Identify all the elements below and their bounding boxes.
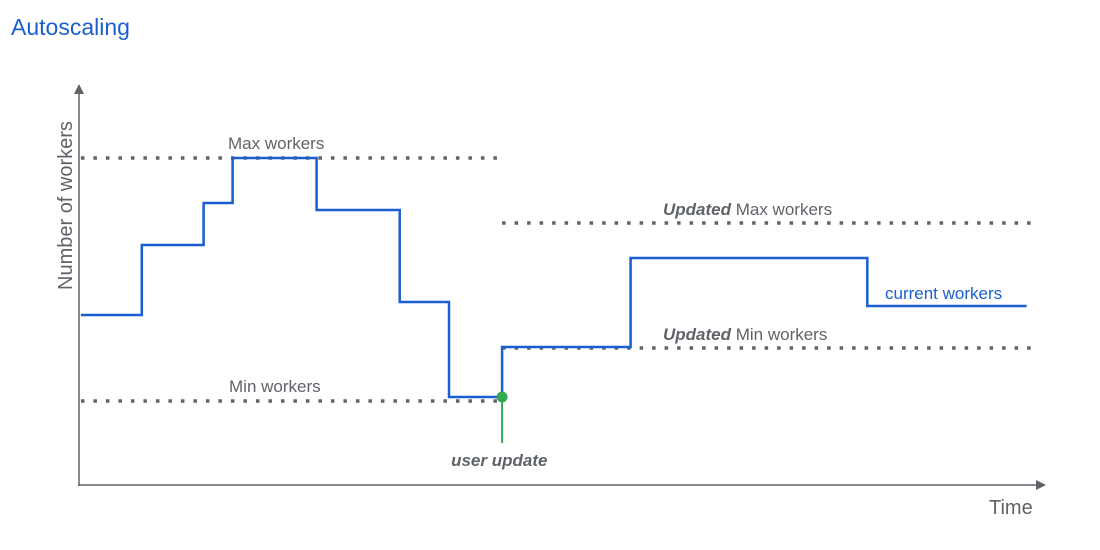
label-rest: Min workers [731,325,827,344]
current-workers-label: current workers [885,284,1002,303]
updated-max-workers-label: Updated Max workers [663,200,832,219]
user-update-label: user update [451,451,547,470]
updated-emphasis: Updated [663,200,732,219]
updated-emphasis: Updated [663,325,732,344]
autoscaling-diagram: Number of workers Time Max workers Min wo… [55,84,1046,519]
current-workers-step-line [80,156,1027,399]
user-update-point [496,391,508,403]
max-workers-label: Max workers [228,134,324,153]
x-axis-label: Time [989,497,1033,519]
y-axis-label: Number of workers [55,121,77,290]
label-rest: Max workers [731,200,832,219]
updated-min-workers-label: Updated Min workers [663,325,827,344]
min-workers-label: Min workers [229,377,321,396]
